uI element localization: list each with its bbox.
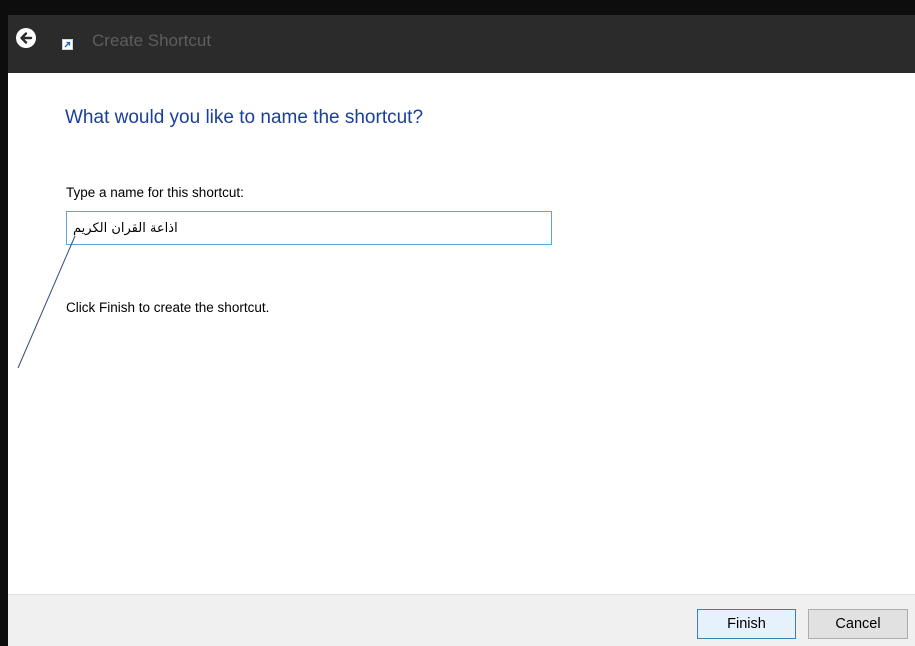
shortcut-name-label: Type a name for this shortcut: [66,185,244,200]
page-heading: What would you like to name the shortcut… [65,107,424,128]
window-title: Create Shortcut [92,31,212,50]
shortcut-icon [62,39,73,50]
cancel-button[interactable]: Cancel [808,609,908,639]
finish-instruction: Click Finish to create the shortcut. [66,300,270,315]
back-arrow-icon [20,32,33,44]
wizard-content [8,73,915,594]
back-button[interactable] [16,28,36,48]
finish-button[interactable]: Finish [697,609,796,639]
shortcut-name-value: اذاعة القران الكريم [73,220,178,236]
shortcut-name-input[interactable]: اذاعة القران الكريم [66,211,552,245]
